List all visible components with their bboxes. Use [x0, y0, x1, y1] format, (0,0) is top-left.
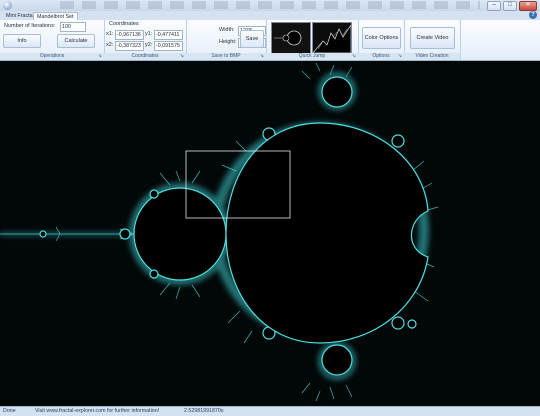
dialog-launcher-icon[interactable]: ↘: [398, 53, 402, 60]
dialog-launcher-icon[interactable]: ↘: [180, 53, 184, 60]
close-button[interactable]: ✕: [519, 1, 537, 11]
calculate-button[interactable]: Calculate: [57, 34, 95, 48]
fractal-canvas[interactable]: [0, 61, 540, 406]
iterations-label: Number of Iterations:: [4, 23, 56, 29]
y1-label: y1:: [145, 31, 153, 37]
x2-label: x2:: [106, 42, 114, 48]
title-bar: – □ ✕: [0, 0, 540, 11]
iterations-input[interactable]: 100: [60, 22, 86, 32]
save-button[interactable]: Save: [240, 30, 264, 48]
group-video-creation: Create Video Video Creation: [404, 20, 461, 60]
dialog-launcher-icon[interactable]: ↘: [352, 53, 356, 60]
y1-input[interactable]: -0,477411: [154, 30, 183, 40]
group-quick-jump: Quick Jump ↘: [266, 20, 359, 60]
dialog-launcher-icon[interactable]: ↘: [260, 53, 264, 60]
group-operations: Number of Iterations: 100 Info Calculate…: [0, 20, 105, 60]
x2-input[interactable]: -0,387323: [115, 41, 144, 51]
y2-label: y2:: [145, 42, 153, 48]
window-title: [60, 1, 480, 9]
group-options: Color Options Options ↘: [358, 20, 405, 60]
group-caption-video: Video Creation: [404, 53, 460, 60]
info-button[interactable]: Info: [3, 34, 41, 48]
x1-input[interactable]: -0,967136: [115, 30, 144, 40]
color-options-button[interactable]: Color Options: [362, 27, 401, 49]
minimize-button[interactable]: –: [487, 1, 501, 11]
group-coordinates: Coordinates x1: -0,967136 y1: -0,477411 …: [104, 20, 187, 60]
fractal-detail-thumbnail-icon: [313, 23, 351, 53]
coordinates-title: Coordinates: [109, 21, 139, 27]
maximize-button[interactable]: □: [503, 1, 517, 11]
mandelbrot-render: [0, 61, 540, 406]
app-menu-orb-icon[interactable]: [3, 1, 12, 10]
dialog-launcher-icon[interactable]: ↘: [98, 53, 102, 60]
x1-label: x1:: [106, 31, 114, 37]
group-caption-options: Options ↘: [358, 53, 404, 60]
y2-input[interactable]: -0,091575: [154, 41, 183, 51]
create-video-button[interactable]: Create Video: [410, 27, 455, 49]
mandelbrot-thumbnail-icon: [272, 23, 310, 53]
height-label: Height:: [219, 39, 237, 45]
width-label: Width:: [219, 27, 235, 33]
group-caption-coordinates: Coordinates ↘: [104, 53, 186, 60]
group-caption-quick-jump: Quick Jump ↘: [266, 53, 358, 60]
ribbon: Number of Iterations: 100 Info Calculate…: [0, 20, 540, 61]
group-caption-save: Save to BMP ↘: [186, 53, 266, 60]
quick-jump-thumb-2[interactable]: [312, 22, 352, 54]
tab-mini-fractal[interactable]: Mini Fractal: [3, 12, 37, 20]
quick-jump-thumb-1[interactable]: [271, 22, 311, 54]
help-icon[interactable]: ?: [529, 11, 537, 19]
group-caption-operations: Operations ↘: [0, 53, 104, 60]
